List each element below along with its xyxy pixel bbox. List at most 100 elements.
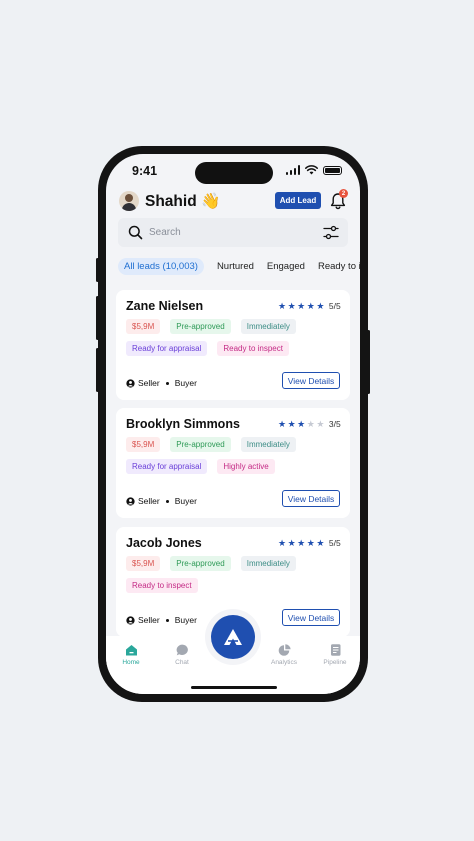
appraisal-tag: Ready for appraisal [126,459,208,474]
rating: ★ ★ ★ ★ ★ 5/5 [278,538,341,548]
separator-dot [165,499,169,503]
nav-item-home[interactable]: Home [111,644,151,666]
rating-label: 5/5 [328,301,341,311]
price-tag: $5,9M [126,319,161,334]
brand-logo-icon [224,629,242,645]
lead-name: Brooklyn Simmons [126,417,240,431]
lead-tags: $5,9M Pre-approved Immediately Ready for… [126,319,346,356]
document-icon [330,644,340,656]
lead-name: Jacob Jones [126,536,202,550]
home-indicator [191,686,277,689]
timeline-tag: Immediately [240,437,296,452]
power-button [367,330,370,394]
lead-tags: $5,9M Pre-approved Immediately Ready to … [126,556,346,593]
pre-approved-tag: Pre-approved [170,437,231,452]
nav-label: Chat [175,659,189,666]
pie-chart-icon [278,644,291,656]
user-circle-icon [126,615,135,625]
rating-label: 3/5 [328,419,341,429]
view-details-button[interactable]: View Details [282,372,340,389]
role-seller: Seller [138,615,160,625]
lead-roles: Seller Buyer [126,496,197,506]
role-buyer: Buyer [174,615,197,625]
role-buyer: Buyer [174,378,197,388]
dynamic-island [195,162,273,184]
price-tag: $5,9M [126,437,161,452]
notification-badge: 2 [339,189,348,198]
lead-name: Zane Nielsen [126,299,204,313]
star-icon: ★ [287,538,296,548]
lead-roles: Seller Buyer [126,378,197,388]
lead-tags: $5,9M Pre-approved Immediately Ready for… [126,437,346,474]
star-icon: ★ [297,301,306,311]
star-icon: ★ [306,538,315,548]
nav-item-analytics[interactable]: Analytics [264,644,304,666]
star-icon: ★ [316,419,325,429]
lead-filter-tabs: All leads (10,003) Nurtured Engaged Read… [118,256,360,276]
star-icon: ★ [278,538,287,548]
add-lead-button[interactable]: Add Lead [275,192,321,209]
separator-dot [165,381,169,385]
rating: ★ ★ ★ ★ ★ 5/5 [278,301,341,311]
search-bar [118,218,348,247]
status-time: 9:41 [132,164,158,178]
mute-switch [96,258,99,282]
pre-approved-tag: Pre-approved [170,556,231,571]
timeline-tag: Immediately [240,319,296,334]
star-icon: ★ [297,538,306,548]
app-screen: 9:41 Shahid 👋 Add Lead 2 Search All lead… [106,154,360,694]
role-seller: Seller [138,378,160,388]
tab-all-leads[interactable]: All leads (10,003) [118,257,204,275]
role-seller: Seller [138,496,160,506]
star-icon: ★ [297,419,306,429]
greeting-name: Shahid 👋 [145,193,221,210]
nav-label: Pipeline [323,659,347,666]
tab-engaged[interactable]: Engaged [267,261,305,272]
inspect-tag: Ready to inspect [217,341,289,356]
role-buyer: Buyer [174,496,197,506]
highly-active-tag: Highly active [217,459,275,474]
star-icon: ★ [316,301,325,311]
view-details-button[interactable]: View Details [282,609,340,626]
avatar[interactable] [119,191,139,211]
appraisal-tag: Ready for appraisal [126,341,208,356]
separator-dot [165,618,169,622]
user-circle-icon [126,378,135,388]
lead-roles: Seller Buyer [126,615,197,625]
star-icon: ★ [287,301,296,311]
nav-label: Analytics [270,659,297,666]
lead-card[interactable]: Zane Nielsen ★ ★ ★ ★ ★ 5/5 $5,9M Pre-app… [116,290,350,400]
price-tag: $5,9M [126,556,161,571]
chat-icon [176,644,188,656]
pre-approved-tag: Pre-approved [170,319,231,334]
tab-nurtured[interactable]: Nurtured [217,261,254,272]
view-details-button[interactable]: View Details [282,490,340,507]
status-icons [285,165,342,175]
home-icon [125,645,137,656]
cellular-signal-icon [285,165,300,175]
volume-down-button [96,348,99,392]
star-icon: ★ [278,301,287,311]
app-header: Shahid 👋 Add Lead 2 [106,188,360,218]
nav-label: Home [122,659,140,666]
star-icon: ★ [316,538,325,548]
lead-card[interactable]: Brooklyn Simmons ★ ★ ★ ★ ★ 3/5 $5,9M Pre… [116,408,350,518]
star-icon: ★ [287,419,296,429]
search-icon [128,225,143,240]
star-icon: ★ [306,301,315,311]
rating-label: 5/5 [328,538,341,548]
battery-icon [323,165,342,175]
tab-ready-to-inspect[interactable]: Ready to inspect [318,261,360,272]
search-input[interactable] [149,224,309,241]
rating: ★ ★ ★ ★ ★ 3/5 [278,419,341,429]
star-icon: ★ [306,419,315,429]
timeline-tag: Immediately [240,556,296,571]
user-circle-icon [126,496,135,506]
inspect-tag: Ready to inspect [126,578,198,593]
filter-sliders-icon[interactable] [323,225,339,240]
star-icon: ★ [278,419,287,429]
volume-up-button [96,296,99,340]
nav-item-pipeline[interactable]: Pipeline [315,644,355,666]
center-action-button[interactable] [211,615,255,659]
nav-item-chat[interactable]: Chat [162,644,202,666]
